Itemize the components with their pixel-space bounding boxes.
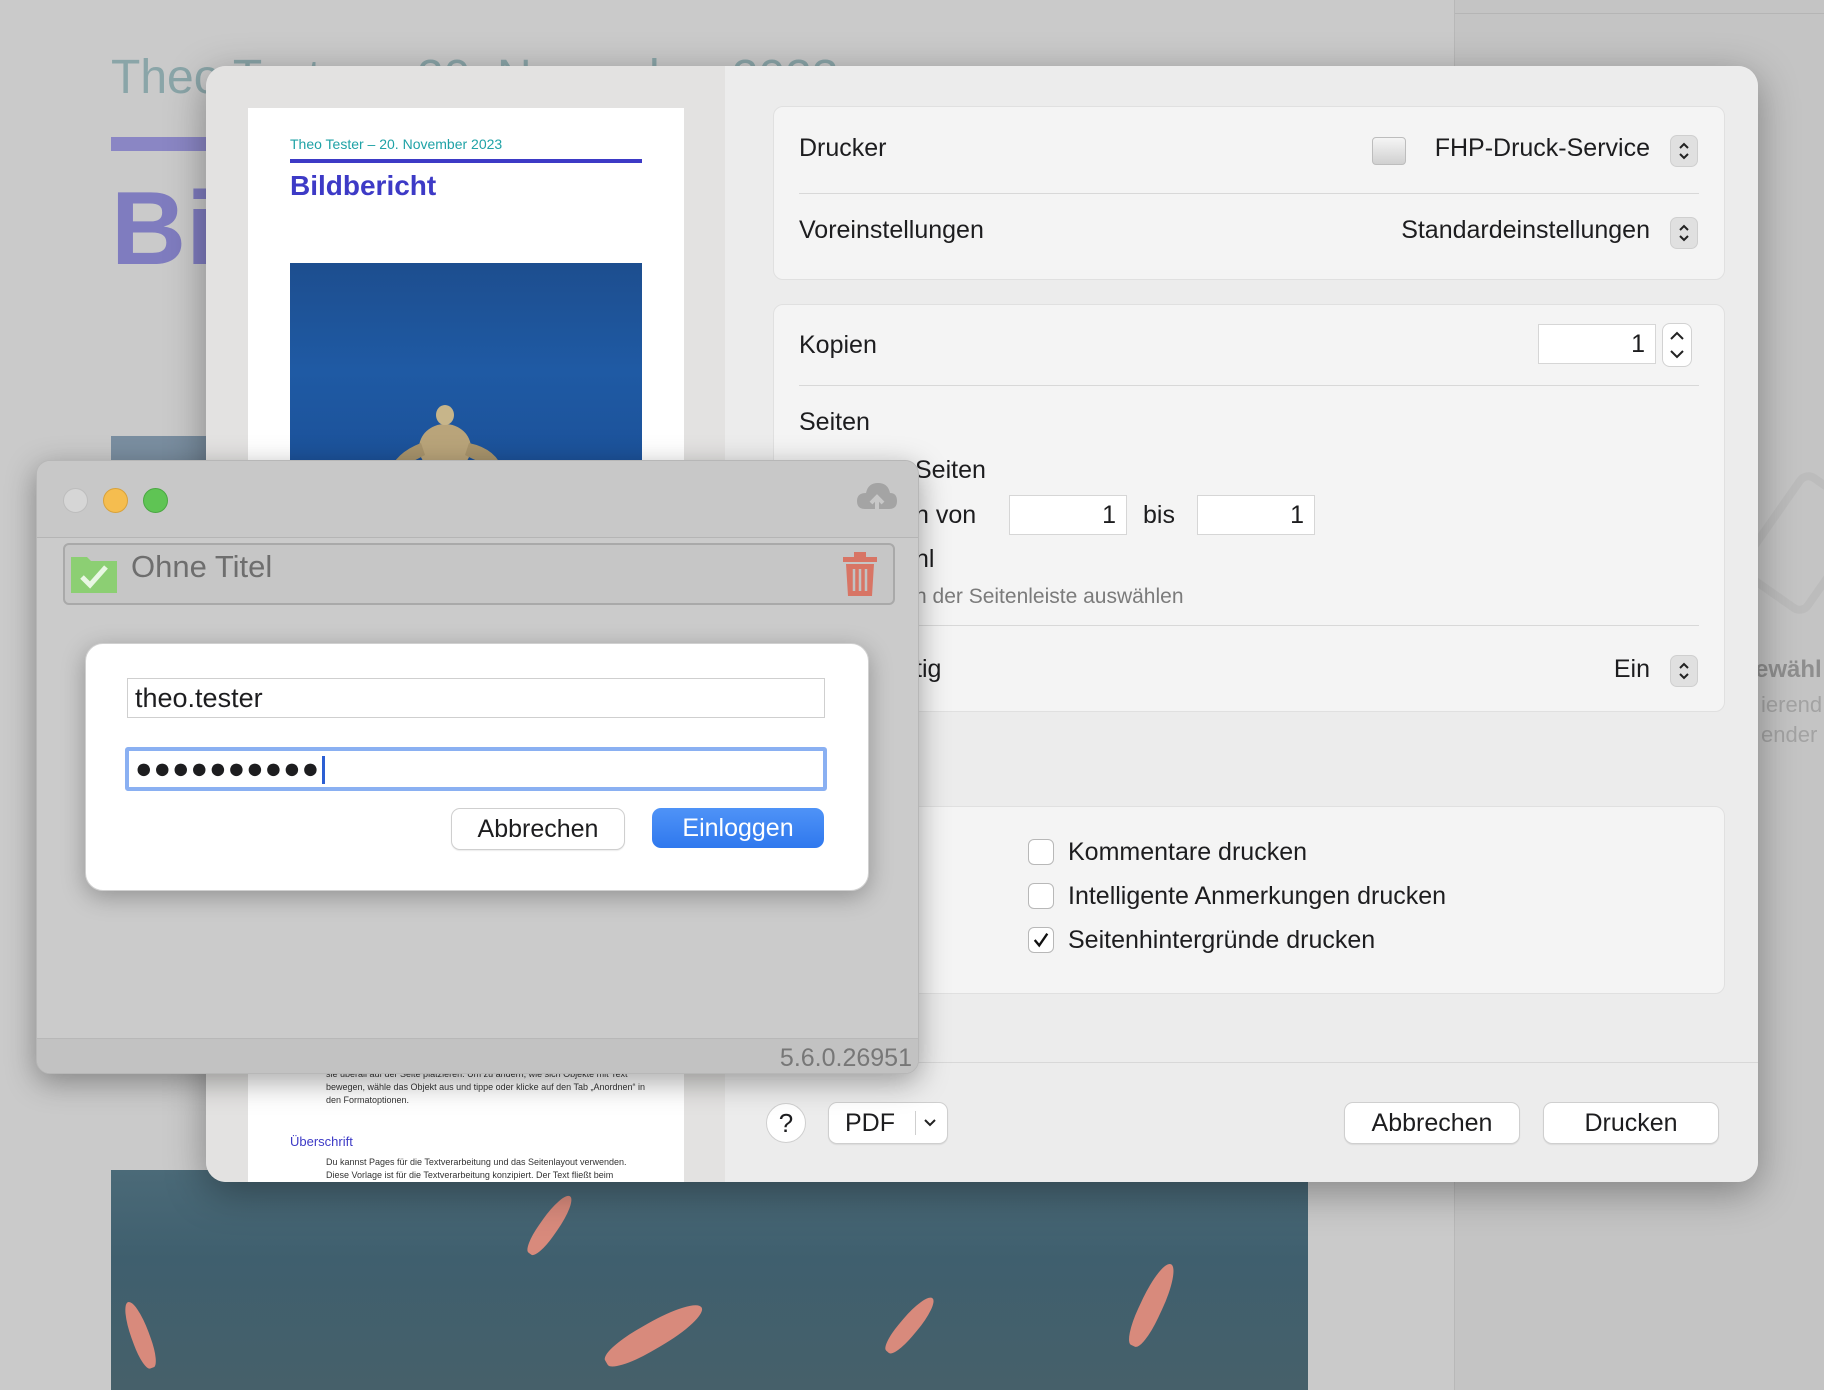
close-window-button[interactable] xyxy=(63,488,88,513)
checkmark-icon xyxy=(1033,933,1049,948)
zoom-window-button[interactable] xyxy=(143,488,168,513)
password-field[interactable]: ●●●●●●●●●● xyxy=(125,747,827,791)
text-caret xyxy=(322,756,326,785)
backgrounds-option-label[interactable]: Seitenhintergründe drucken xyxy=(1068,926,1375,955)
password-value: ●●●●●●●●●● xyxy=(135,753,321,785)
help-button[interactable]: ? xyxy=(766,1103,806,1143)
range-to-label: bis xyxy=(1143,501,1175,529)
copies-field[interactable]: 1 xyxy=(1538,324,1656,364)
document-title-bar xyxy=(111,137,221,151)
smart-annotations-checkbox[interactable] xyxy=(1028,883,1054,909)
sidebar-ghost-text-3: ender xyxy=(1761,722,1818,747)
smart-annotations-option-label[interactable]: Intelligente Anmerkungen drucken xyxy=(1068,882,1446,911)
print-button[interactable]: Drucken xyxy=(1543,1102,1719,1144)
duplex-popup-chevron-icon[interactable] xyxy=(1670,655,1698,687)
backgrounds-checkbox[interactable] xyxy=(1028,927,1054,953)
trash-icon[interactable] xyxy=(841,551,879,597)
preview-subtitle: Theo Tester – 20. November 2023 xyxy=(290,136,503,152)
document-photo xyxy=(111,1170,1308,1390)
login-cancel-button[interactable]: Abbrechen xyxy=(451,808,625,850)
preview-title-bar xyxy=(290,159,642,163)
cancel-print-button[interactable]: Abbrechen xyxy=(1344,1102,1520,1144)
pages-selection-hint: n der Seitenleiste auswählen xyxy=(915,585,1184,608)
pages-all-option[interactable]: Seiten xyxy=(915,456,986,485)
chevron-down-icon xyxy=(924,1119,936,1127)
folder-check-icon xyxy=(71,557,117,593)
preview-body-text: Du kannst Pages für die Textverarbeitung… xyxy=(326,1157,627,1180)
version-label: 5.6.0.26951 xyxy=(779,1044,912,1072)
comments-checkbox[interactable] xyxy=(1028,839,1054,865)
comments-option-label[interactable]: Kommentare drucken xyxy=(1068,838,1307,867)
pages-label: Seiten xyxy=(799,408,870,436)
pdf-button-label: PDF xyxy=(845,1108,895,1137)
folder-title: Ohne Titel xyxy=(131,549,273,584)
duplex-select[interactable]: Ein xyxy=(1614,655,1650,684)
username-field[interactable]: theo.tester xyxy=(127,678,825,718)
cloud-upload-icon[interactable] xyxy=(855,479,899,519)
preview-title: Bildbericht xyxy=(290,170,437,201)
preview-heading: Überschrift xyxy=(290,1134,353,1149)
copies-label: Kopien xyxy=(799,331,877,359)
sidebar-ghost-text-1: ewähl xyxy=(1755,656,1822,683)
printer-group: Drucker FHP-Druck-Service Voreinstellung… xyxy=(773,106,1725,280)
copies-stepper[interactable] xyxy=(1662,323,1692,367)
printer-label: Drucker xyxy=(799,134,887,162)
app-footer: 5.6.0.26951 xyxy=(37,1038,918,1073)
presets-select[interactable]: Standardeinstellungen xyxy=(1401,216,1650,245)
app-titlebar xyxy=(37,461,918,538)
login-button[interactable]: Einloggen xyxy=(652,808,824,848)
range-from-field[interactable]: 1 xyxy=(1009,495,1127,535)
pdf-menu-button[interactable]: PDF xyxy=(828,1102,948,1144)
minimize-window-button[interactable] xyxy=(103,488,128,513)
range-to-field[interactable]: 1 xyxy=(1197,495,1315,535)
printer-select[interactable]: FHP-Druck-Service xyxy=(1435,134,1650,163)
folder-row[interactable]: Ohne Titel xyxy=(63,543,895,605)
login-sheet: theo.tester ●●●●●●●●●● Abbrechen Einlogg… xyxy=(85,643,869,891)
printer-popup-chevron-icon[interactable] xyxy=(1670,135,1698,167)
printer-icon xyxy=(1372,137,1406,165)
pages-range-option[interactable]: n von xyxy=(915,501,976,530)
presets-label: Voreinstellungen xyxy=(799,216,984,244)
presets-popup-chevron-icon[interactable] xyxy=(1670,217,1698,249)
sidebar-ghost-text-2: ierend xyxy=(1761,692,1823,717)
